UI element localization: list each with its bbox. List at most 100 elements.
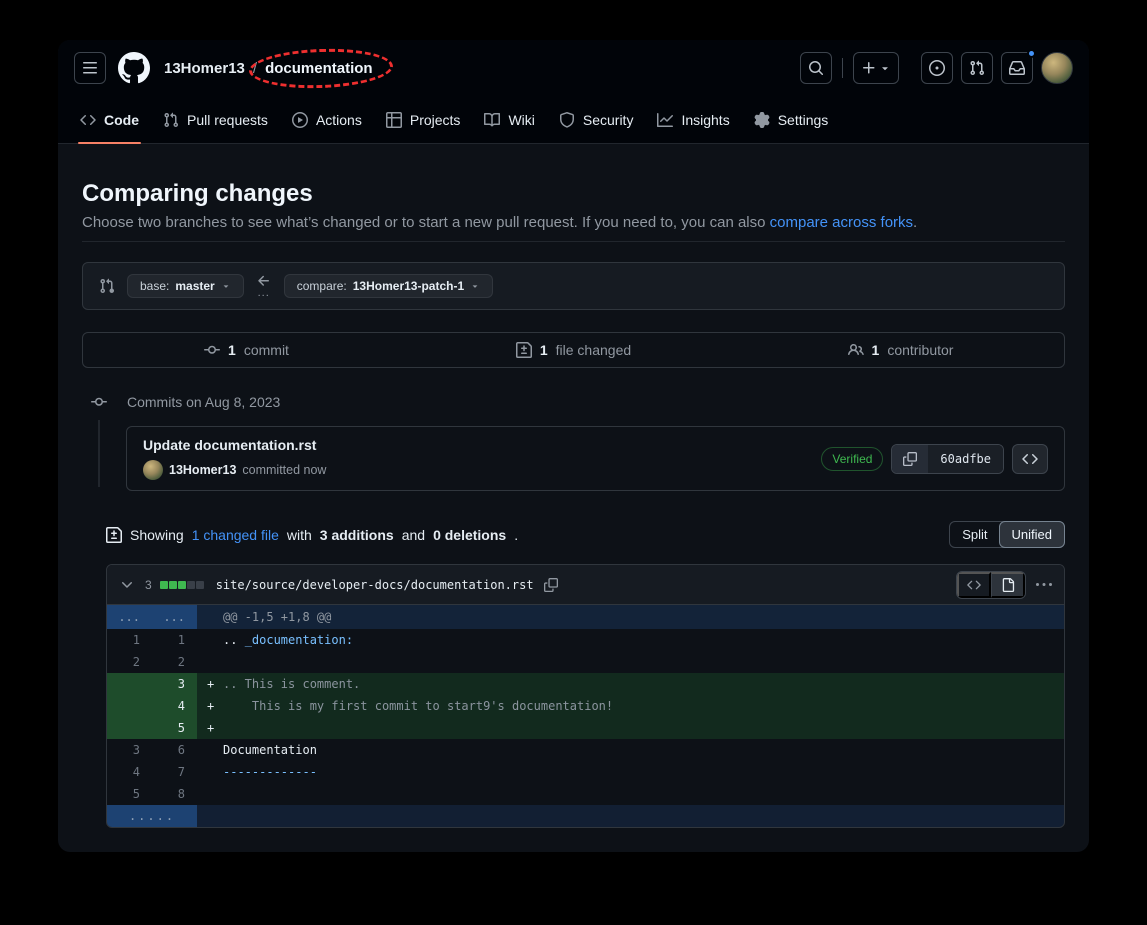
base-branch-selector[interactable]: base: master (127, 274, 244, 298)
verified-badge[interactable]: Verified (821, 447, 883, 471)
with-text: with (287, 527, 312, 543)
diff-new-line-number[interactable]: 5 (152, 717, 197, 739)
rich-diff-button[interactable] (991, 572, 1025, 598)
diffstat-square-add (178, 581, 186, 589)
notifications-button[interactable] (1001, 52, 1033, 84)
create-new-button[interactable] (853, 52, 899, 84)
diff-old-line-number[interactable] (107, 695, 152, 717)
diff-row-add: 3+.. This is comment. (107, 673, 1064, 695)
diff-line-content: +.. This is comment. (197, 673, 1064, 695)
stat-contributors[interactable]: 1 contributor (737, 342, 1064, 358)
stat-files-changed[interactable]: 1 file changed (410, 342, 737, 358)
diff-new-line-number[interactable]: 6 (152, 739, 197, 761)
files-summary: Showing 1 changed file with 3 additions … (106, 521, 1065, 548)
commit-actions: Verified 60adfbe (821, 444, 1048, 474)
people-icon (848, 342, 864, 358)
tab-wiki[interactable]: Wiki (474, 96, 544, 143)
diff-line-content: Documentation (197, 739, 1064, 761)
git-pull-request-icon (969, 60, 985, 76)
browse-code-button[interactable] (1012, 444, 1048, 474)
pull-requests-button[interactable] (961, 52, 993, 84)
diff-old-line-number[interactable] (107, 717, 152, 739)
diff-line-content (197, 651, 1064, 673)
diff-old-line-number[interactable]: 2 (107, 651, 152, 673)
file-header-actions (956, 571, 1054, 599)
user-avatar[interactable] (1041, 52, 1073, 84)
diff-code-text: _documentation: (245, 633, 353, 647)
diff-line-content (197, 783, 1064, 805)
page-title: Comparing changes (82, 180, 1065, 208)
diff-old-line-number[interactable]: 3 (107, 739, 152, 761)
table-icon (386, 112, 402, 128)
breadcrumb-repo[interactable]: documentation (265, 60, 373, 77)
tab-security[interactable]: Security (549, 96, 644, 143)
commit-sha[interactable]: 60adfbe (928, 445, 1003, 473)
diff-line-sign: + (207, 695, 223, 717)
diff-new-line-number[interactable]: 2 (152, 651, 197, 673)
tab-label: Pull requests (187, 112, 268, 128)
diff-code-text: This is my first commit to start9's docu… (223, 699, 613, 713)
diff-new-line-number[interactable]: 1 (152, 629, 197, 651)
copy-sha-button[interactable] (892, 445, 928, 473)
diff-new-line-number[interactable]: 7 (152, 761, 197, 783)
book-icon (484, 112, 500, 128)
kebab-horizontal-icon (1036, 577, 1052, 593)
diff-old-line-number[interactable] (107, 673, 152, 695)
diff-line-content: ------------- (197, 761, 1064, 783)
commit-info: Update documentation.rst 13Homer13 commi… (143, 437, 821, 480)
diff-code-text: ------------- (223, 765, 317, 779)
three-bars-icon (82, 60, 98, 76)
diff-new-line-number[interactable]: 4 (152, 695, 197, 717)
diff-new-line-number[interactable]: 8 (152, 783, 197, 805)
triangle-down-icon (879, 62, 891, 74)
diff-file-header: 3 site/source/developer-docs/documentati… (107, 565, 1064, 605)
tab-projects[interactable]: Projects (376, 96, 471, 143)
diff-new-line-number[interactable]: 3 (152, 673, 197, 695)
compare-branch-selector[interactable]: compare: 13Homer13-patch-1 (284, 274, 493, 298)
compare-across-forks-link[interactable]: compare across forks (770, 214, 913, 231)
git-commit-icon (204, 342, 220, 358)
copy-icon (903, 452, 917, 466)
base-compare-arrow: ... (256, 273, 272, 299)
collapse-file-button[interactable] (117, 575, 137, 595)
breadcrumb-owner[interactable]: 13Homer13 (164, 60, 245, 77)
commit-author-avatar[interactable] (143, 460, 163, 480)
tab-settings[interactable]: Settings (744, 96, 839, 143)
diff-new-line-number[interactable]: ... (152, 605, 197, 629)
issues-button[interactable] (921, 52, 953, 84)
triangle-down-icon (470, 281, 480, 291)
diff-row-add: 4 + This is my first commit to start9's d… (107, 695, 1064, 717)
breadcrumb: 13Homer13 / documentation (164, 60, 373, 77)
changed-files-link[interactable]: 1 changed file (192, 527, 279, 543)
tab-insights[interactable]: Insights (647, 96, 739, 143)
diff-old-line-number[interactable]: ... (107, 605, 152, 629)
hamburger-menu-button[interactable] (74, 52, 106, 84)
deletions-count: 0 deletions (433, 527, 506, 543)
tab-pull-requests[interactable]: Pull requests (153, 96, 278, 143)
diff-old-line-number[interactable]: 4 (107, 761, 152, 783)
file-changes-count: 3 (145, 578, 152, 592)
commit-author[interactable]: 13Homer13 (169, 463, 236, 477)
commit-sha-group: 60adfbe (891, 444, 1004, 474)
search-button[interactable] (800, 52, 832, 84)
unified-view-button[interactable]: Unified (999, 521, 1065, 548)
tab-actions[interactable]: Actions (282, 96, 372, 143)
diff-expand-content (197, 805, 1064, 827)
tab-label: Projects (410, 112, 461, 128)
stat-commits[interactable]: 1 commit (83, 342, 410, 358)
compare-stats-bar: 1 commit 1 file changed 1 contributor (82, 332, 1065, 368)
github-logo-icon[interactable] (118, 52, 150, 84)
copy-icon (544, 578, 558, 592)
compare-branch-name: 13Homer13-patch-1 (353, 279, 464, 293)
copy-path-button[interactable] (542, 576, 560, 594)
file-options-button[interactable] (1034, 575, 1054, 595)
diffstat-square-add (160, 581, 168, 589)
source-diff-button[interactable] (957, 572, 991, 598)
split-view-button[interactable]: Split (950, 522, 999, 547)
diff-old-line-number[interactable]: 1 (107, 629, 152, 651)
diff-old-line-number[interactable]: 5 (107, 783, 152, 805)
diff-expand-gutter[interactable]: ..... (107, 805, 197, 827)
commits-date-header: Commits on Aug 8, 2023 (82, 394, 1065, 410)
plus-icon (861, 60, 877, 76)
tab-code[interactable]: Code (70, 96, 149, 143)
